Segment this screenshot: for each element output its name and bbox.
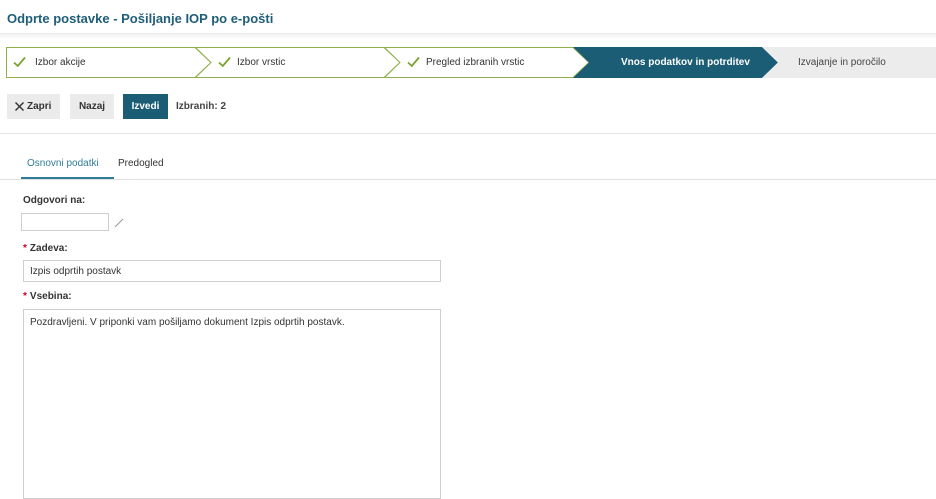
required-mark: * [23, 243, 27, 254]
step-vnos-podatkov[interactable]: Vnos podatkov in potrditev [573, 47, 779, 78]
page-title: Odprte postavke - Pošiljanje IOP po e-po… [7, 11, 274, 26]
execute-button[interactable]: Izvedi [123, 94, 168, 119]
header-shadow [0, 33, 936, 39]
toolbar-divider [0, 133, 936, 134]
required-mark: * [23, 291, 27, 302]
body-label: * Vsebina: [23, 291, 72, 302]
step-label: Izbor vrstic [237, 57, 286, 68]
step-label: Izbor akcije [35, 57, 86, 68]
step-izvajanje-in-porocilo: Izvajanje in poročilo [762, 47, 936, 78]
selected-count: Izbranih: 2 [176, 101, 227, 112]
close-icon [15, 102, 24, 111]
step-izbor-akcije[interactable]: Izbor akcije [6, 47, 212, 78]
reply-to-field[interactable] [21, 213, 109, 231]
tab-predogled[interactable]: Predogled [118, 158, 164, 169]
tabs-divider [0, 179, 936, 180]
close-button[interactable]: Zapri [7, 94, 60, 119]
check-icon [407, 56, 420, 68]
tab-osnovni-podatki[interactable]: Osnovni podatki [27, 158, 99, 169]
step-pregled-izbranih-vrstic[interactable]: Pregled izbranih vrstic [383, 47, 590, 78]
reply-to-label: Odgovori na: [23, 195, 86, 206]
check-icon [218, 56, 231, 68]
step-izbor-vrstic[interactable]: Izbor vrstic [194, 47, 401, 78]
subject-label: * Zadeva: [23, 243, 68, 254]
body-textarea[interactable]: Pozdravljeni. V priponki vam pošiljamo d… [23, 309, 441, 499]
back-button[interactable]: Nazaj [70, 94, 114, 119]
close-button-label: Zapri [27, 101, 52, 112]
body-label-text: Vsebina: [29, 291, 72, 302]
pencil-icon[interactable] [114, 217, 125, 228]
step-label: Izvajanje in poročilo [798, 57, 886, 68]
check-icon [13, 56, 26, 68]
step-label: Pregled izbranih vrstic [426, 57, 525, 68]
subject-label-text: Zadeva: [29, 243, 68, 254]
step-label: Vnos podatkov in potrditev [621, 57, 750, 68]
subject-input[interactable] [23, 260, 441, 282]
